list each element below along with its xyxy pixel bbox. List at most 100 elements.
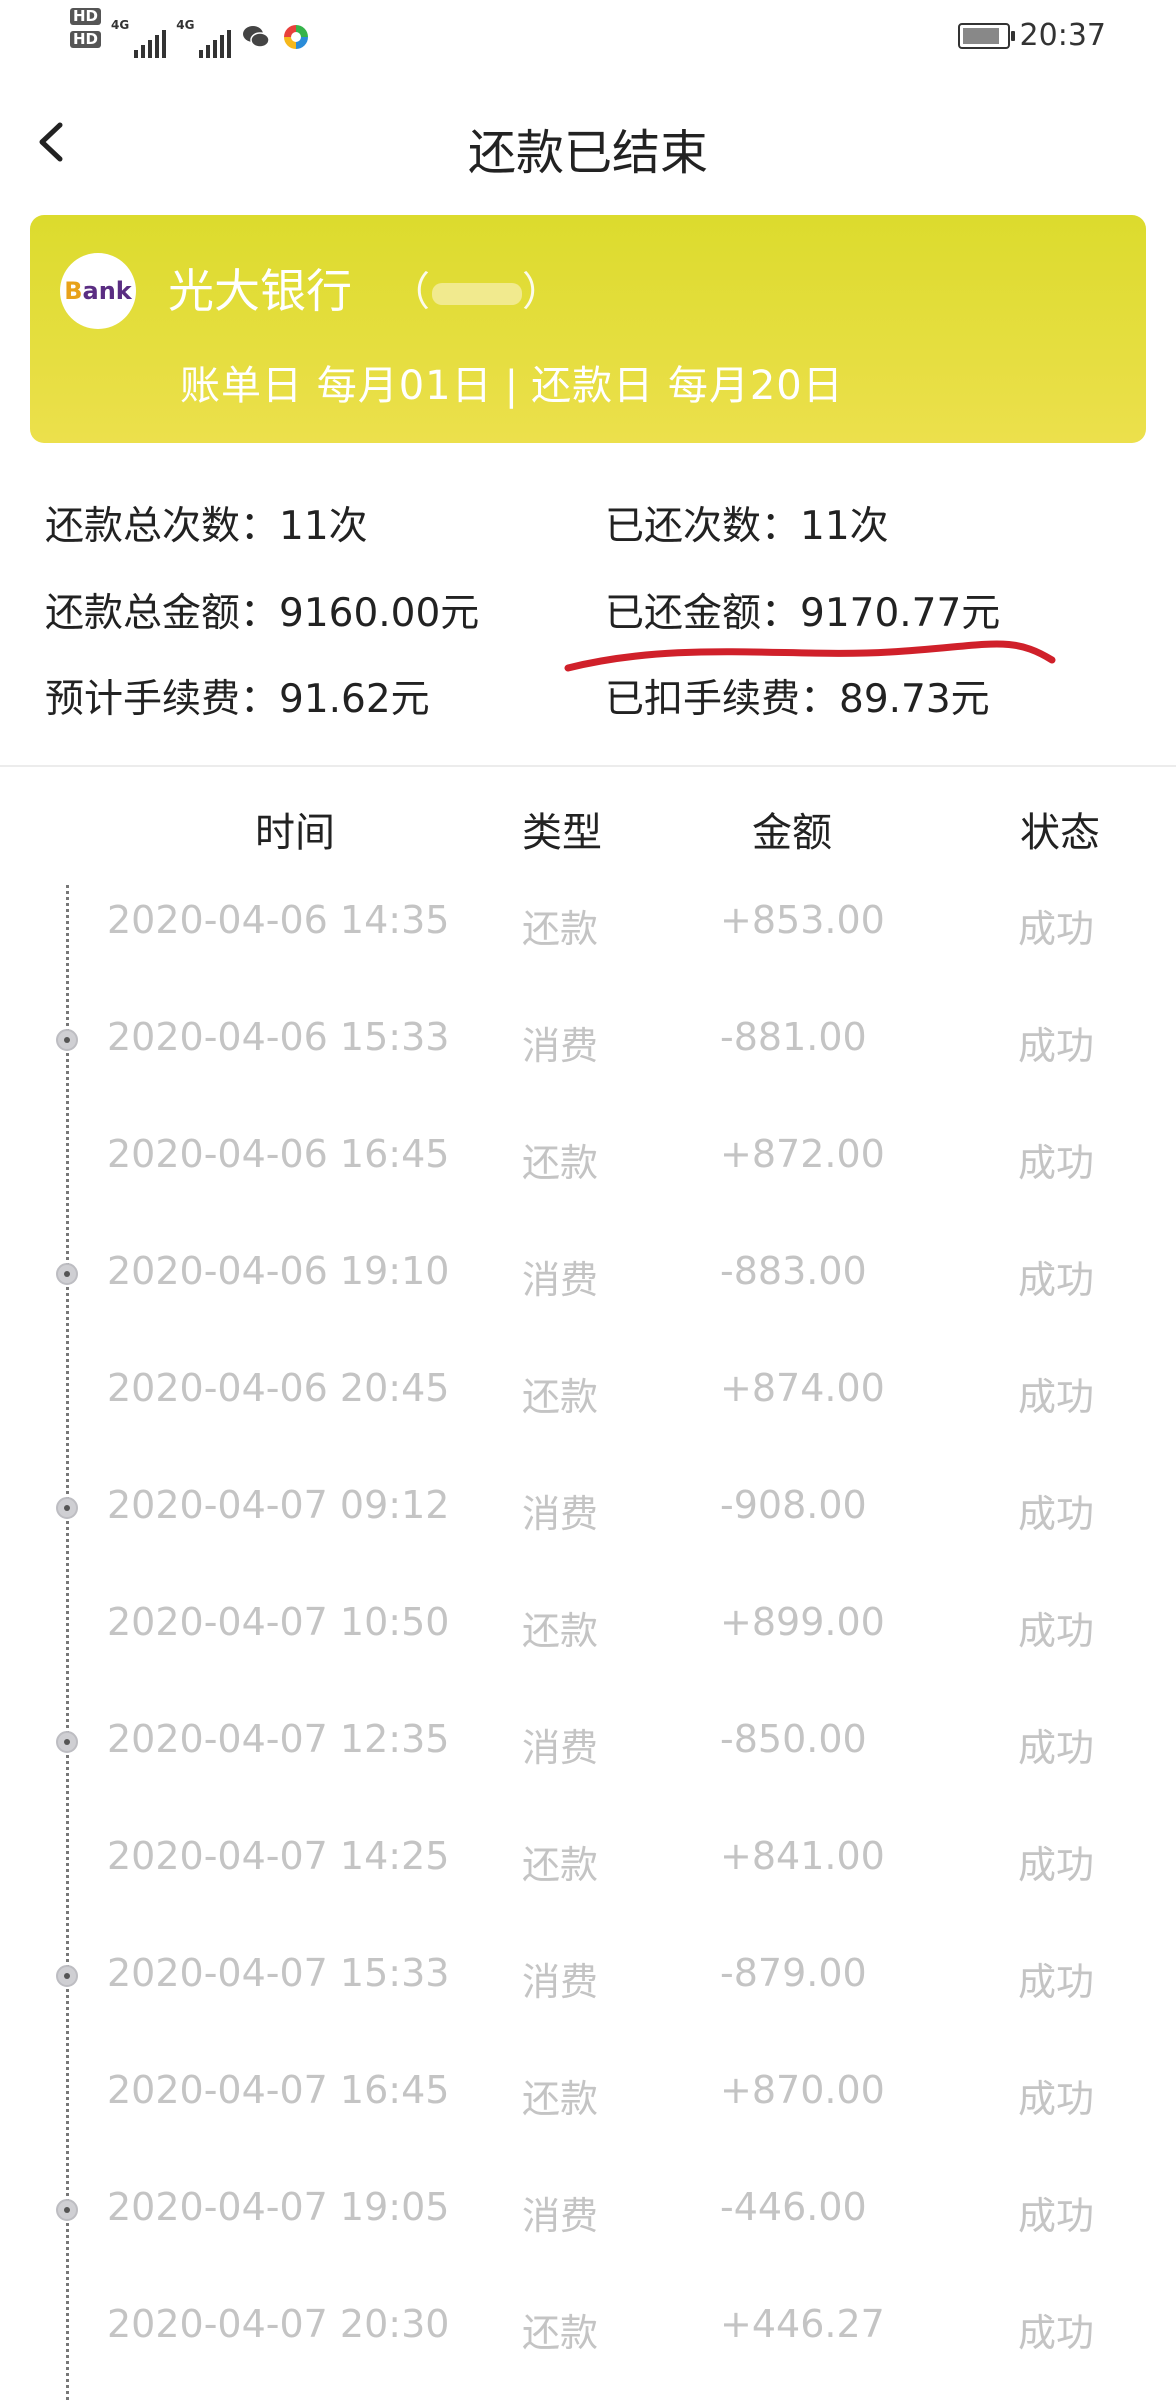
row-type: 还款 (522, 1141, 599, 1185)
timeline-dot-icon (56, 2199, 78, 2221)
table-row: 2020-04-07 19:05 消费 -446.00 成功 (0, 2167, 1176, 2284)
row-status: 成功 (1018, 2077, 1095, 2121)
row-time: 2020-04-07 09:12 (107, 1483, 450, 1527)
table-row: 2020-04-06 16:45 还款 +872.00 成功 (0, 1114, 1176, 1231)
hd-indicators: HD HD (70, 8, 102, 48)
card-billing-info: 账单日 每月01日 | 还款日 每月20日 (180, 353, 844, 411)
row-amount: -850.00 (720, 1717, 867, 1761)
bill-day-label: 账单日 (180, 363, 303, 409)
row-status: 成功 (1018, 907, 1095, 951)
row-type: 消费 (522, 1024, 599, 1068)
table-row: 2020-04-06 20:45 还款 +874.00 成功 (0, 1348, 1176, 1465)
row-type: 还款 (522, 2077, 599, 2121)
table-row: 2020-04-06 19:10 消费 -883.00 成功 (0, 1231, 1176, 1348)
row-amount: -881.00 (720, 1015, 867, 1059)
timeline-dot-icon (56, 1731, 78, 1753)
wechat-icon (243, 26, 271, 48)
app-notification-icon (284, 25, 309, 49)
row-type: 还款 (522, 2311, 599, 2355)
row-status: 成功 (1018, 1843, 1095, 1887)
repay-day-label: 还款日 (531, 363, 655, 409)
row-amount: +870.00 (720, 2068, 885, 2112)
transaction-list: 2020-04-06 14:35 还款 +853.00 成功 2020-04-0… (0, 880, 1176, 2401)
row-amount: +841.00 (720, 1834, 885, 1878)
row-status: 成功 (1018, 1375, 1095, 1419)
row-type: 消费 (522, 1960, 599, 2004)
table-row: 2020-04-07 15:33 消费 -879.00 成功 (0, 1933, 1176, 2050)
row-type: 消费 (522, 2194, 599, 2238)
table-row: 2020-04-06 14:35 还款 +853.00 成功 (0, 880, 1176, 997)
battery-icon (957, 22, 1015, 49)
sim1-network-tag: 4G (111, 18, 130, 32)
bank-logo-ank: ank (82, 277, 132, 305)
paid-count: 已还次数：11次 (605, 504, 889, 549)
table-row: 2020-04-07 14:25 还款 +841.00 成功 (0, 1816, 1176, 1933)
bank-logo-b: B (64, 277, 83, 305)
row-status: 成功 (1018, 1609, 1095, 1653)
row-time: 2020-04-07 10:50 (107, 1600, 450, 1644)
bank-logo: Bank (60, 253, 136, 329)
row-amount: +853.00 (720, 898, 885, 942)
table-row: 2020-04-06 15:33 消费 -881.00 成功 (0, 997, 1176, 1114)
row-amount: -879.00 (720, 1951, 867, 1995)
timeline-dot-icon (56, 1497, 78, 1519)
timeline-dot-icon (56, 1263, 78, 1285)
sim2-network-tag: 4G (176, 18, 195, 32)
row-type: 消费 (522, 1492, 599, 1536)
row-status: 成功 (1018, 1141, 1095, 1185)
row-time: 2020-04-06 20:45 (107, 1366, 450, 1410)
repay-day-value: 每月20日 (667, 363, 844, 409)
row-time: 2020-04-07 14:25 (107, 1834, 450, 1878)
row-status: 成功 (1018, 1960, 1095, 2004)
row-amount: +874.00 (720, 1366, 885, 1410)
signal-2-icon: 4G (176, 8, 232, 58)
row-time: 2020-04-06 14:35 (107, 898, 450, 942)
header-status: 状态 (1020, 810, 1100, 856)
table-row: 2020-04-07 20:30 还款 +446.27 成功 (0, 2284, 1176, 2401)
row-amount: -908.00 (720, 1483, 867, 1527)
row-time: 2020-04-07 16:45 (107, 2068, 450, 2112)
row-time: 2020-04-06 16:45 (107, 1132, 450, 1176)
nav-bar: 还款已结束 (0, 95, 1176, 195)
timeline-dot-icon (56, 1029, 78, 1051)
total-repay-amount: 还款总金额：9160.00元 (45, 591, 480, 636)
masked-card-number: （） (390, 269, 564, 315)
table-row: 2020-04-07 10:50 还款 +899.00 成功 (0, 1582, 1176, 1699)
row-status: 成功 (1018, 1258, 1095, 1302)
table-row: 2020-04-07 09:12 消费 -908.00 成功 (0, 1465, 1176, 1582)
status-bar-left: HD HD 4G 4G (70, 8, 311, 58)
row-time: 2020-04-07 15:33 (107, 1951, 450, 1995)
table-row: 2020-04-07 16:45 还款 +870.00 成功 (0, 2050, 1176, 2167)
row-amount: +872.00 (720, 1132, 885, 1176)
row-type: 还款 (522, 1375, 599, 1419)
row-time: 2020-04-06 15:33 (107, 1015, 450, 1059)
row-time: 2020-04-06 19:10 (107, 1249, 450, 1293)
total-repay-count: 还款总次数：11次 (45, 504, 368, 549)
row-type: 还款 (522, 1843, 599, 1887)
bill-day-value: 每月01日 (316, 363, 493, 409)
table-row: 2020-04-07 12:35 消费 -850.00 成功 (0, 1699, 1176, 1816)
row-type: 还款 (522, 907, 599, 951)
row-type: 消费 (522, 1258, 599, 1302)
row-amount: +899.00 (720, 1600, 885, 1644)
signal-1-icon: 4G (111, 8, 167, 58)
header-amount: 金额 (752, 810, 832, 856)
estimated-fee: 预计手续费：91.62元 (45, 677, 430, 722)
row-time: 2020-04-07 12:35 (107, 1717, 450, 1761)
status-bar-right: 20:37 (957, 18, 1106, 53)
timeline-dot-icon (56, 1965, 78, 1987)
row-time: 2020-04-07 19:05 (107, 2185, 450, 2229)
section-divider (0, 765, 1176, 767)
row-time: 2020-04-07 20:30 (107, 2302, 450, 2346)
row-status: 成功 (1018, 2311, 1095, 2355)
row-amount: -446.00 (720, 2185, 867, 2229)
hd2-badge: HD (70, 31, 102, 48)
row-type: 还款 (522, 1609, 599, 1653)
table-header: 时间 类型 金额 状态 (0, 800, 1176, 860)
row-type: 消费 (522, 1726, 599, 1770)
bank-name: 光大银行 (168, 264, 352, 318)
blurred-number (432, 283, 522, 305)
page-title: 还款已结束 (467, 125, 708, 181)
row-amount: +446.27 (720, 2302, 885, 2346)
bank-card: Bank 光大银行 （） 账单日 每月01日 | 还款日 每月20日 (30, 215, 1146, 443)
